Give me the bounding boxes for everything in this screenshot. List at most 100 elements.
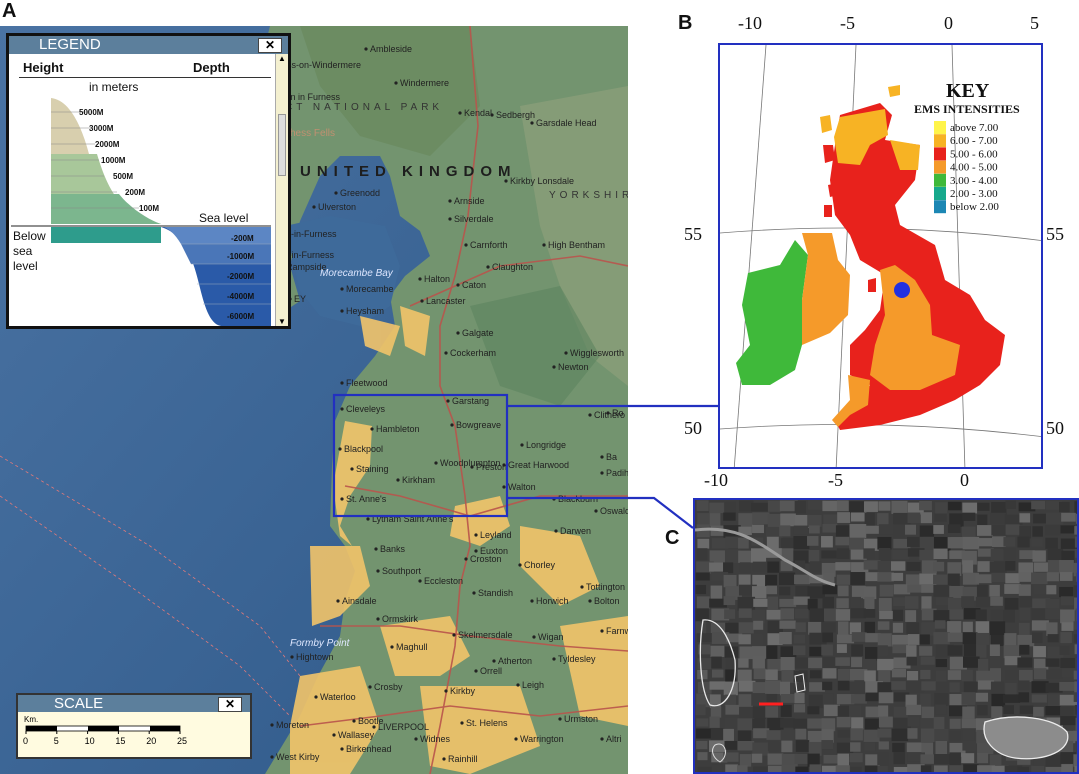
place-dot [376, 617, 380, 621]
place-label: Garsdale Head [536, 118, 597, 128]
place-dot [520, 443, 524, 447]
legend-depth-2: -2000M [227, 272, 254, 281]
intensity-map-canvas: KEY EMS INTENSITIES above 7.006.00 - 7.0… [720, 45, 1041, 467]
b-bottom-tick-2: 0 [960, 470, 969, 490]
place-dot [564, 351, 568, 355]
b-bottom-tick-0: -10 [704, 470, 728, 490]
place-dot [448, 217, 452, 221]
place-label: Sedbergh [496, 110, 535, 120]
place-dot [542, 243, 546, 247]
region-label-lake-district: CT NATIONAL PARK [285, 102, 443, 113]
place-label: Great Harwood [508, 460, 569, 470]
place-label: Crosby [374, 682, 403, 692]
scroll-thumb[interactable] [278, 114, 286, 176]
place-dot [444, 351, 448, 355]
b-top-tick-3: 5 [1030, 13, 1039, 33]
place-label: Bowgreave [456, 420, 501, 430]
place-label: Lytham Saint Anne's [372, 514, 454, 524]
place-dot [446, 399, 450, 403]
place-dot [340, 309, 344, 313]
place-label: Bolton [594, 596, 620, 606]
legend-close-button[interactable]: ✕ [258, 38, 282, 53]
legend-depth-4: -6000M [227, 312, 254, 321]
place-label: Birkenhead [346, 744, 392, 754]
intensity-map: KEY EMS INTENSITIES above 7.00 6.00 - 7.0… [718, 43, 1043, 469]
b-top-tick-2: 0 [944, 13, 953, 33]
place-dot [594, 509, 598, 513]
place-label: Cockerham [450, 348, 496, 358]
place-dot [554, 529, 558, 533]
place-label: Longridge [526, 440, 566, 450]
key-title: KEY [946, 80, 990, 102]
legend-below-1: Below [13, 229, 46, 243]
place-label: Claughton [492, 262, 533, 272]
place-dot [442, 757, 446, 761]
place-dot [340, 747, 344, 751]
place-dot [456, 331, 460, 335]
place-label: Banks [380, 544, 406, 554]
place-label: Galgate [462, 328, 494, 338]
place-label: EY [294, 294, 306, 304]
place-label: Fleetwood [346, 378, 388, 388]
place-label: St. Anne's [346, 494, 387, 504]
place-label: Arnside [454, 196, 485, 206]
place-dot [450, 423, 454, 427]
scale-tick-label: 20 [146, 736, 156, 746]
place-label: Ro [612, 408, 624, 418]
place-label: Garstang [452, 396, 489, 406]
place-dot [558, 717, 562, 721]
legend-window[interactable]: LEGEND ✕ Height Depth in meters 5000M 30… [6, 33, 291, 329]
legend-height-3: 1000M [101, 156, 126, 165]
place-label: Altri [606, 734, 622, 744]
scale-titlebar[interactable]: SCALE ✕ [18, 695, 250, 712]
place-label: Kendal [464, 108, 492, 118]
place-label: Orrell [480, 666, 502, 676]
region-label-yorkshire: YORKSHIRE [549, 190, 628, 201]
legend-divider [19, 77, 271, 78]
place-label: Tyldesley [558, 654, 596, 664]
place-label: Waterloo [320, 692, 356, 702]
place-dot [514, 737, 518, 741]
place-dot [588, 599, 592, 603]
legend-scrollbar[interactable]: ▲ ▼ [275, 54, 288, 326]
place-dot [340, 287, 344, 291]
place-dot [600, 629, 604, 633]
place-label: Lancaster [426, 296, 466, 306]
legend-height-header: Height [23, 60, 64, 75]
scroll-up-icon[interactable]: ▲ [276, 54, 288, 63]
key-swatch [934, 134, 946, 148]
place-dot [414, 737, 418, 741]
place-dot [376, 569, 380, 573]
place-dot [340, 497, 344, 501]
place-dot [444, 689, 448, 693]
place-label: Eccleston [424, 576, 463, 586]
scale-close-button[interactable]: ✕ [218, 697, 242, 712]
place-label: Newton [558, 362, 589, 372]
place-label: Farnw [606, 626, 628, 636]
place-dot [336, 599, 340, 603]
legend-below-2: sea [13, 244, 33, 258]
place-dot [270, 755, 274, 759]
scale-tick-label: 10 [85, 736, 95, 746]
place-dot [502, 485, 506, 489]
key-rows: above 7.006.00 - 7.005.00 - 6.00 4.00 - 5… [934, 121, 999, 214]
place-dot [470, 465, 474, 469]
place-label: Ainsdale [342, 596, 377, 606]
scroll-down-icon[interactable]: ▼ [276, 317, 288, 326]
b-right-tick-1: 50 [1046, 418, 1064, 438]
place-dot [456, 283, 460, 287]
scale-window[interactable]: SCALE ✕ Km. 0 5 10 15 20 25 [16, 693, 252, 759]
satellite-canvas [695, 500, 1077, 772]
place-dot [448, 199, 452, 203]
place-dot [530, 121, 534, 125]
place-dot [390, 645, 394, 649]
key-subtitle: EMS INTENSITIES [914, 102, 1020, 116]
key-label: above 7.00 [950, 122, 999, 134]
place-label: Hightown [296, 652, 334, 662]
place-label: Walton [508, 482, 536, 492]
place-label: Greenodd [340, 188, 380, 198]
scale-bar: 0 5 10 15 20 25 [23, 725, 187, 746]
legend-titlebar[interactable]: LEGEND ✕ [9, 36, 288, 54]
legend-depth-3: -4000M [227, 292, 254, 301]
panel-label-a: A [2, 0, 17, 22]
